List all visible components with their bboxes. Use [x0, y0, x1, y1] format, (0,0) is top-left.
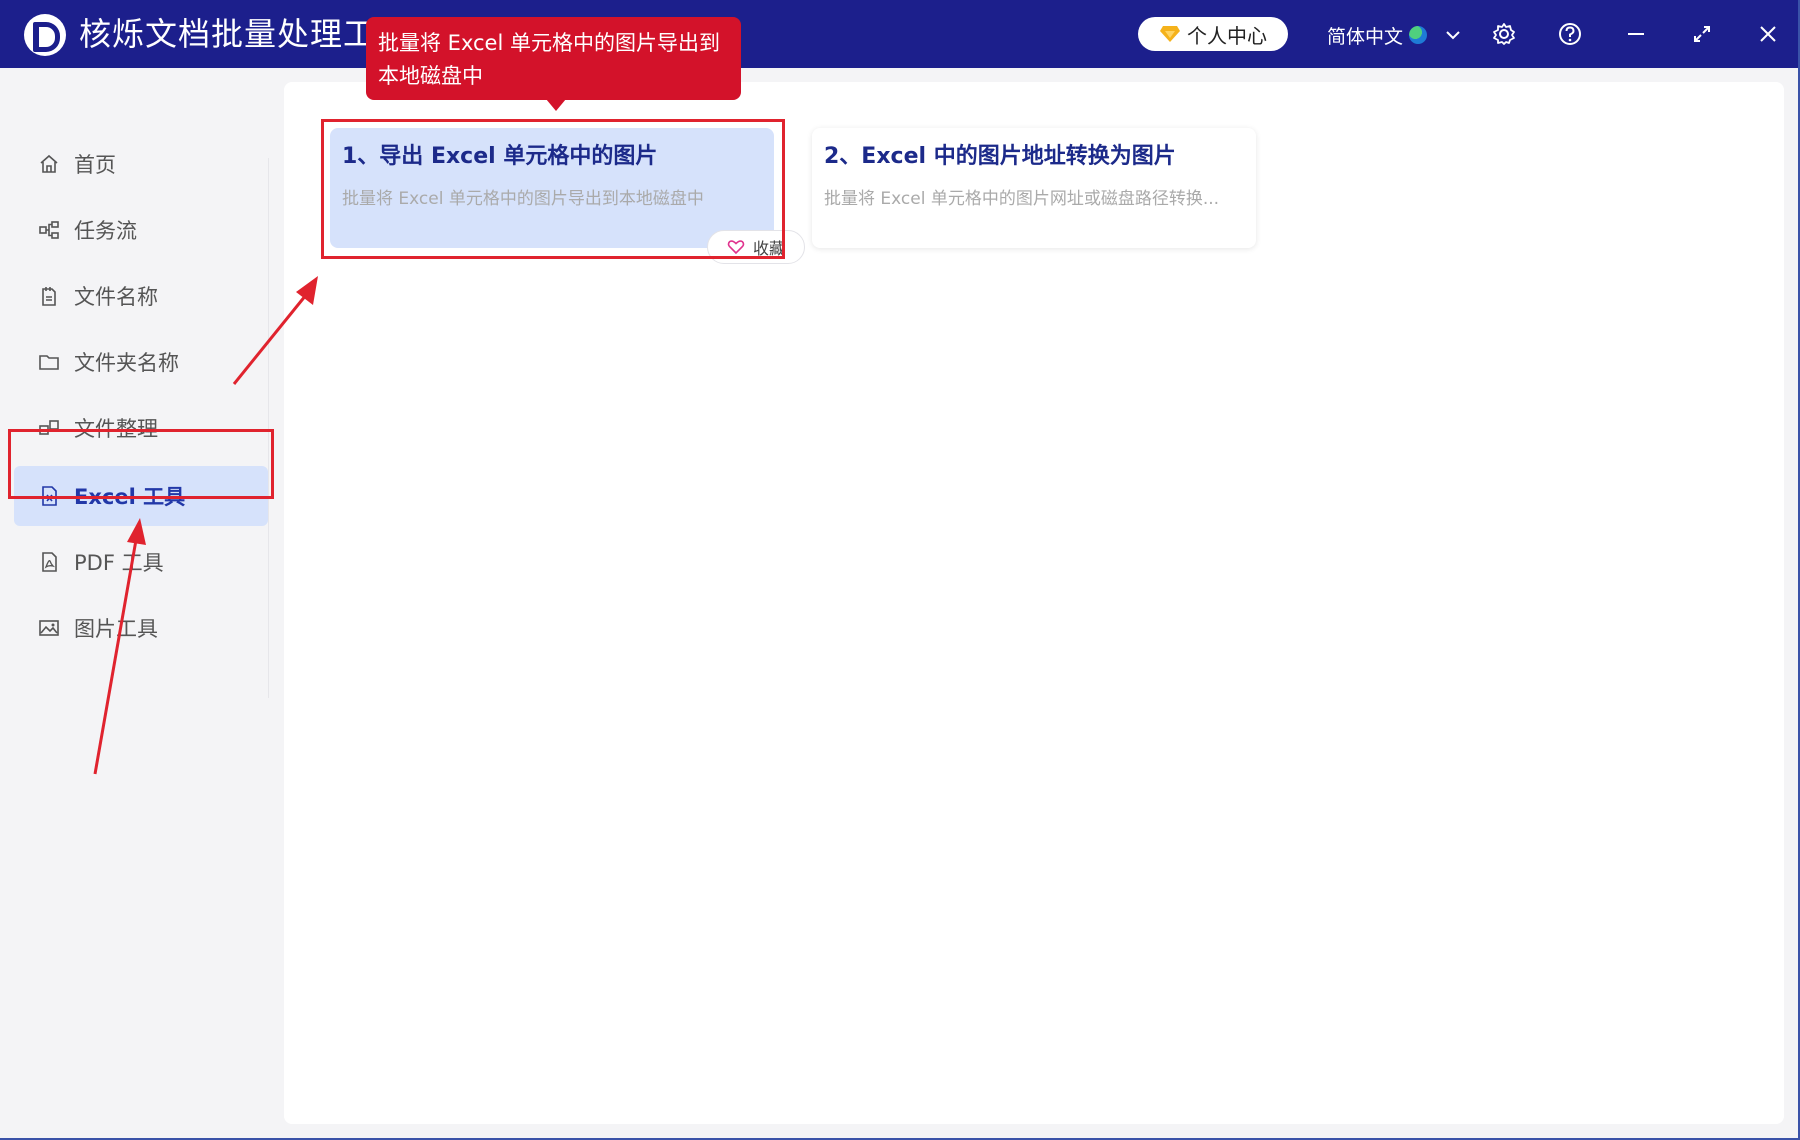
expand-icon — [1694, 26, 1710, 42]
chevron-down-icon — [1446, 31, 1460, 40]
sidebar: 首页 任务流 文件名称 文件夹名称 文件整理 Excel 工具 PDF 工具 图… — [0, 68, 270, 1138]
card-title: 1、导出 Excel 单元格中的图片 — [342, 144, 658, 169]
maximize-button[interactable] — [1688, 20, 1716, 48]
workflow-icon — [39, 221, 59, 239]
sidebar-item-excel-tools[interactable]: Excel 工具 — [14, 466, 268, 526]
sidebar-item-label: 图片工具 — [74, 617, 158, 641]
main-panel: 1、导出 Excel 单元格中的图片 批量将 Excel 单元格中的图片导出到本… — [284, 82, 1784, 1124]
sidebar-item-folder-name[interactable]: 文件夹名称 — [14, 332, 268, 392]
heart-icon — [727, 240, 745, 255]
help-button[interactable] — [1556, 20, 1584, 48]
sidebar-item-home[interactable]: 首页 — [14, 134, 268, 194]
sidebar-item-label: 首页 — [74, 153, 116, 177]
user-center-label: 个人中心 — [1187, 23, 1267, 48]
app-logo-icon — [24, 14, 66, 56]
favorite-label: 收藏 — [752, 239, 785, 258]
file-name-icon — [42, 287, 56, 306]
sidebar-item-label: Excel 工具 — [74, 485, 186, 509]
tool-card-export-images[interactable]: 1、导出 Excel 单元格中的图片 批量将 Excel 单元格中的图片导出到本… — [330, 128, 774, 248]
tooltip-arrow — [546, 99, 566, 111]
diamond-icon — [1160, 26, 1180, 42]
favorite-button[interactable]: 收藏 — [707, 230, 805, 264]
card-description: 批量将 Excel 单元格中的图片网址或磁盘路径转换... — [824, 189, 1220, 209]
sidebar-item-file-name[interactable]: 文件名称 — [14, 266, 268, 326]
card-description: 批量将 Excel 单元格中的图片导出到本地磁盘中 — [342, 189, 704, 209]
card-title: 2、Excel 中的图片地址转换为图片 — [824, 144, 1176, 169]
title-bar: 核烁文档批量处理工具 个人中心 简体中文 — [0, 0, 1798, 68]
tooltip: 批量将 Excel 单元格中的图片导出到本地磁盘中 — [366, 17, 741, 100]
folder-icon — [39, 355, 59, 370]
app-title: 核烁文档批量处理工具 — [79, 15, 410, 53]
minimize-button[interactable] — [1622, 20, 1650, 48]
image-icon — [39, 620, 59, 636]
tool-card-url-to-image[interactable]: 2、Excel 中的图片地址转换为图片 批量将 Excel 单元格中的图片网址或… — [812, 128, 1256, 248]
sidebar-item-label: PDF 工具 — [74, 551, 164, 575]
question-icon — [1559, 23, 1581, 45]
sidebar-divider — [268, 158, 269, 698]
sidebar-item-label: 文件整理 — [74, 417, 158, 441]
sidebar-item-label: 文件名称 — [74, 285, 158, 309]
user-center-button[interactable]: 个人中心 — [1138, 17, 1288, 51]
settings-button[interactable] — [1490, 20, 1518, 48]
excel-file-icon — [42, 486, 57, 506]
sidebar-item-label: 文件夹名称 — [74, 351, 179, 375]
app-window: 核烁文档批量处理工具 个人中心 简体中文 首页 任务流 文件名称 文件夹名称 文… — [0, 0, 1798, 1138]
sidebar-item-organize[interactable]: 文件整理 — [14, 398, 268, 458]
pdf-file-icon — [42, 552, 57, 572]
close-button[interactable] — [1754, 20, 1782, 48]
sidebar-item-image-tools[interactable]: 图片工具 — [14, 598, 268, 658]
language-selector[interactable]: 简体中文 — [1327, 19, 1463, 51]
close-icon — [1760, 26, 1776, 42]
home-icon — [40, 154, 58, 173]
minimize-icon — [1628, 33, 1644, 35]
organize-icon — [39, 420, 59, 435]
globe-icon — [1409, 26, 1428, 44]
language-label: 简体中文 — [1327, 25, 1404, 48]
sidebar-item-pdf-tools[interactable]: PDF 工具 — [14, 532, 268, 592]
gear-icon — [1493, 23, 1515, 45]
sidebar-item-label: 任务流 — [74, 219, 137, 243]
sidebar-item-workflow[interactable]: 任务流 — [14, 200, 268, 260]
